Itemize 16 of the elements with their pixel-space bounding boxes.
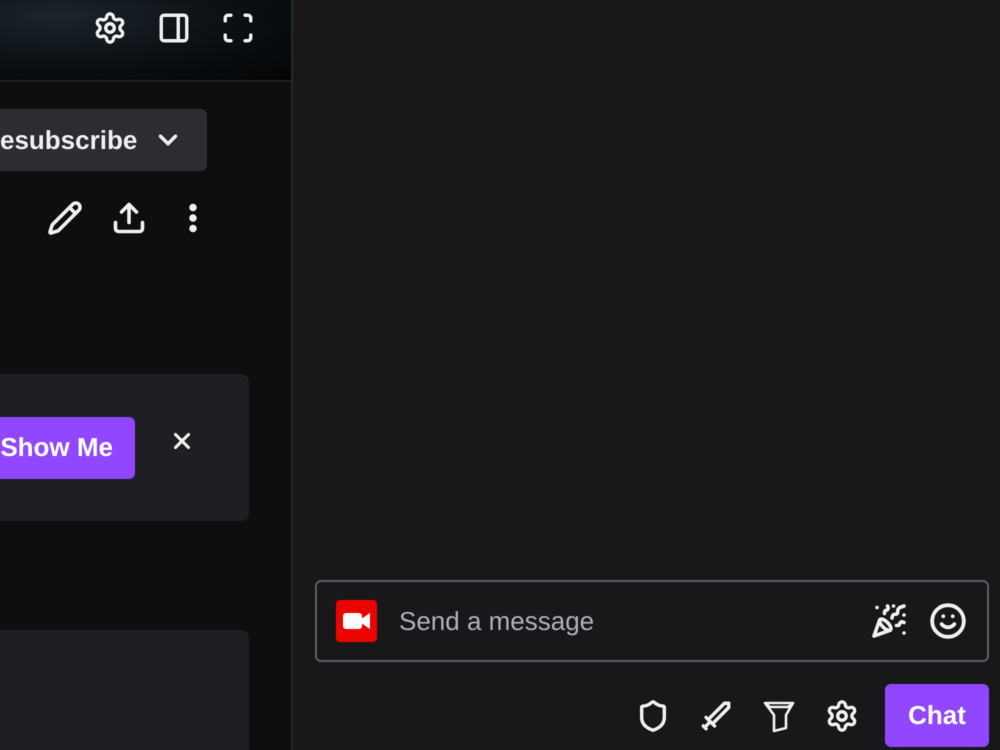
message-input[interactable]: Send a message bbox=[399, 601, 849, 641]
pencil-icon[interactable] bbox=[47, 200, 83, 236]
funnel-icon[interactable] bbox=[762, 698, 796, 732]
fullscreen-icon[interactable] bbox=[221, 11, 255, 45]
camera-icon[interactable] bbox=[336, 600, 377, 642]
show-me-button[interactable]: Show Me bbox=[0, 416, 135, 478]
chat-button[interactable]: Chat bbox=[885, 684, 989, 747]
resubscribe-button[interactable]: esubscribe bbox=[0, 109, 207, 171]
share-icon[interactable] bbox=[111, 200, 147, 236]
settings-icon[interactable] bbox=[825, 698, 859, 732]
emoji-icon[interactable] bbox=[929, 602, 967, 640]
settings-icon[interactable] bbox=[93, 11, 127, 45]
sidebar-icon[interactable] bbox=[157, 11, 191, 45]
chat-input-field[interactable]: Send a message bbox=[315, 580, 989, 662]
sword-icon[interactable] bbox=[699, 698, 733, 732]
party-popper-icon[interactable] bbox=[871, 603, 907, 639]
